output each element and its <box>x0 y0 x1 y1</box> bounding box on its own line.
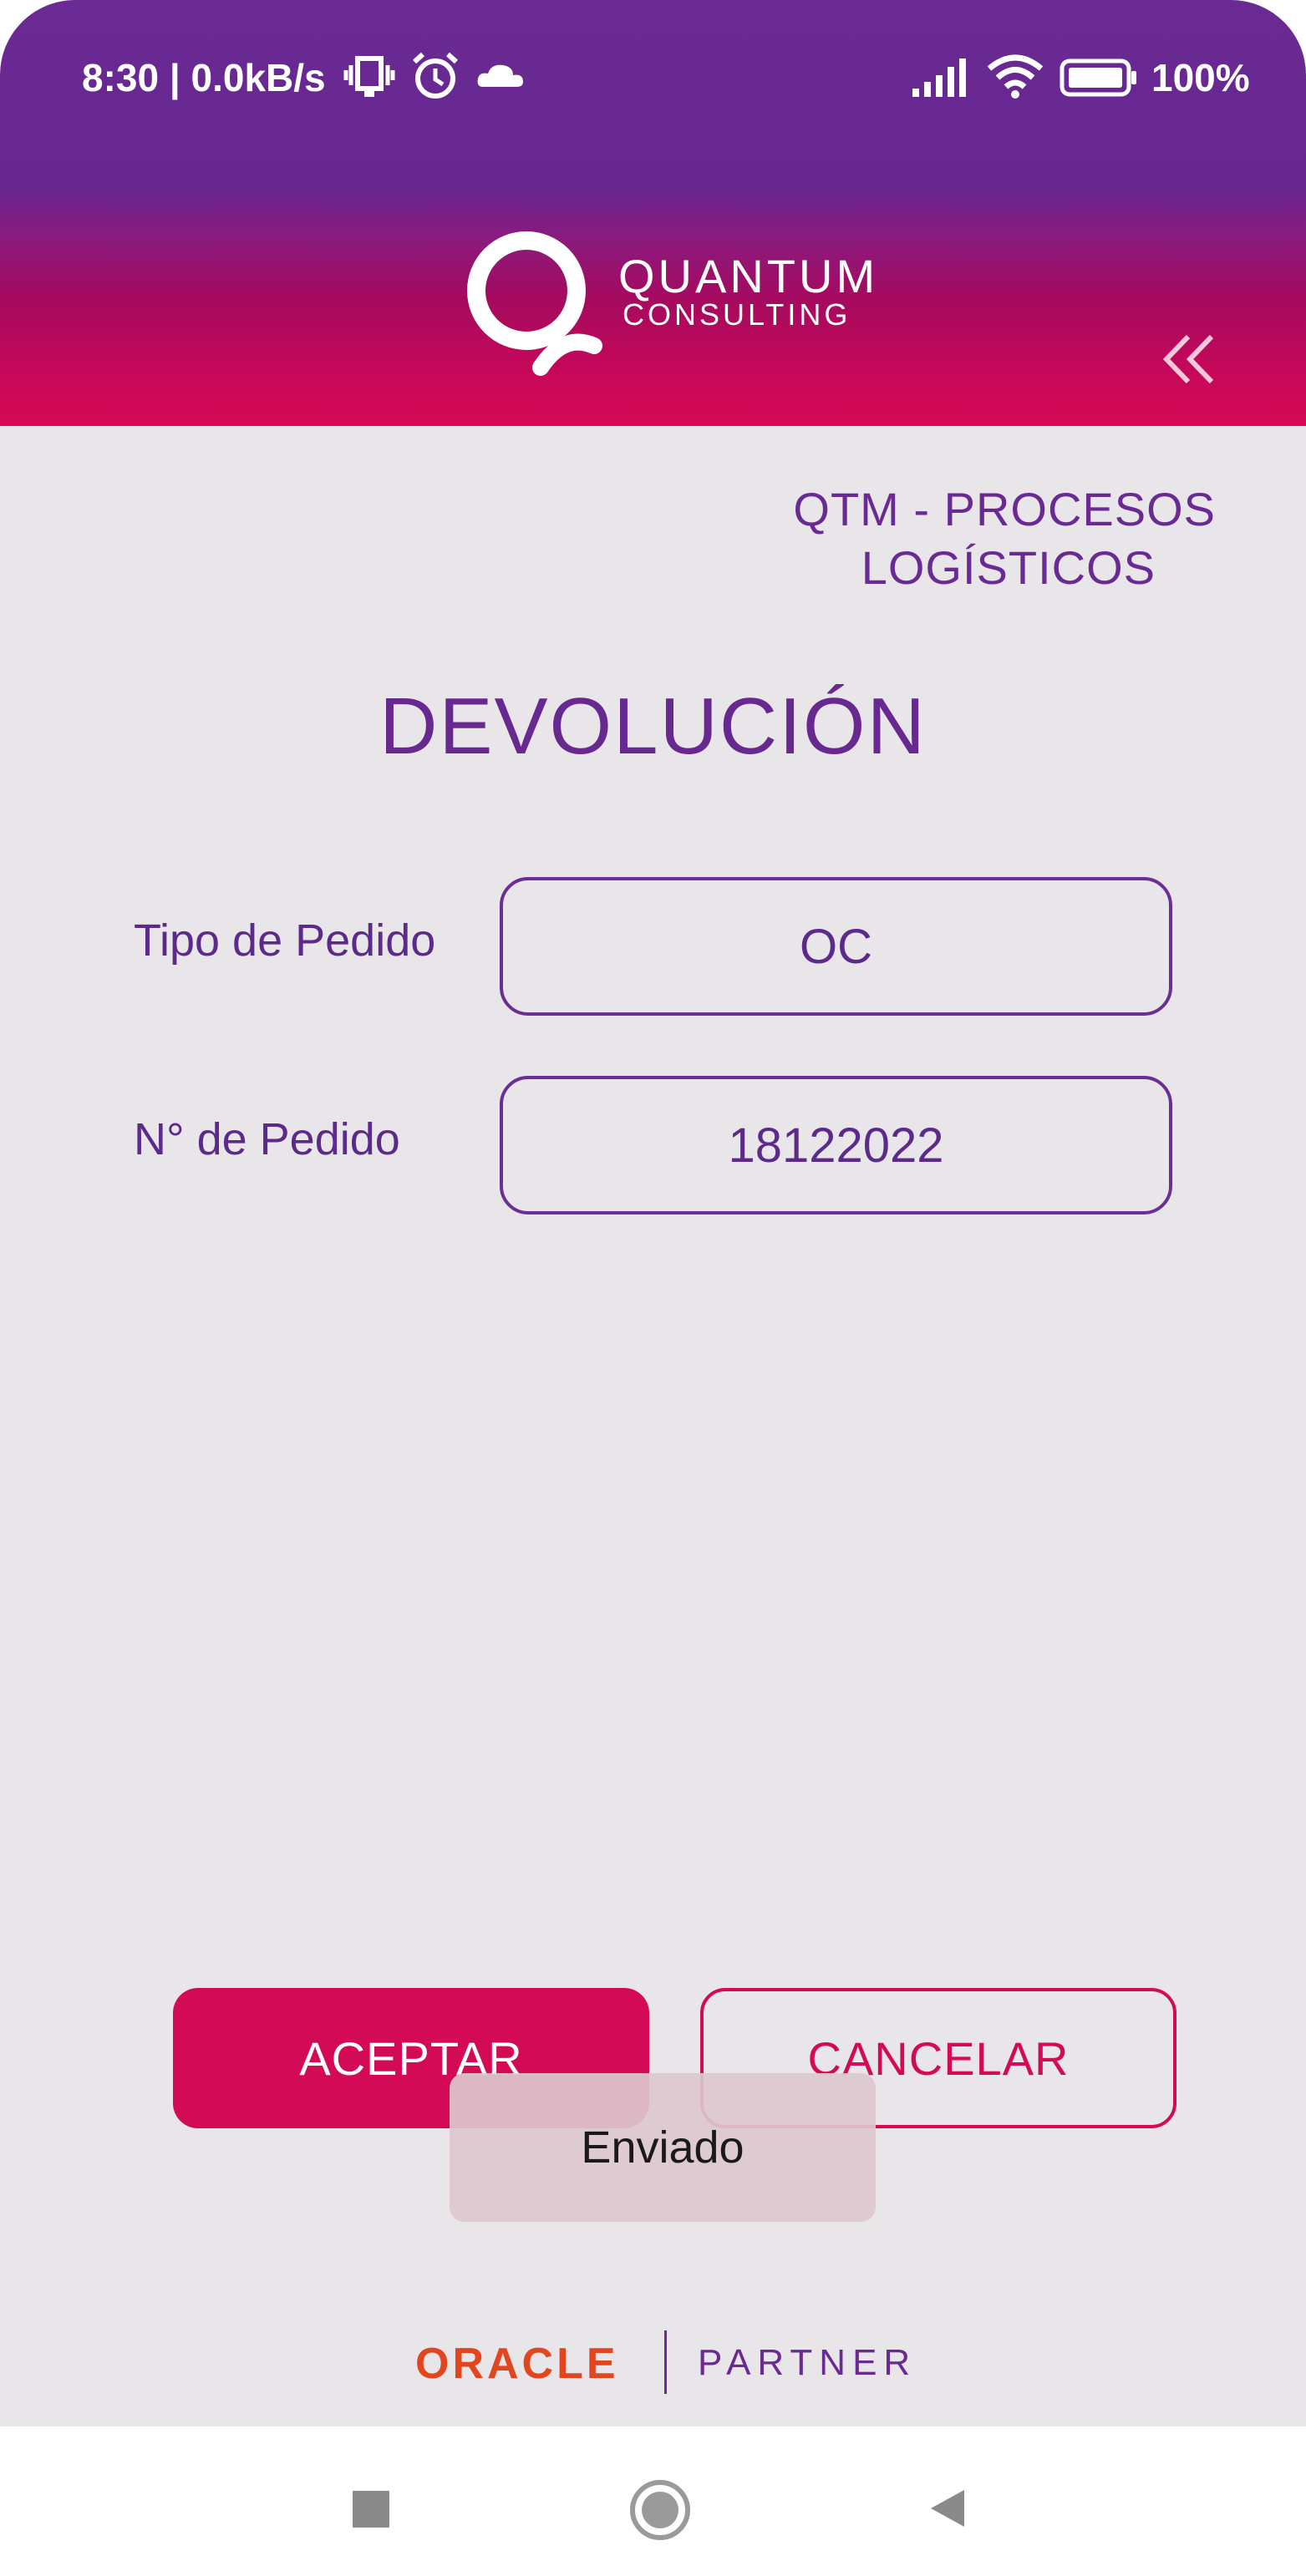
double-chevron-left-icon <box>1162 334 1214 384</box>
collapse-menu-button[interactable] <box>1160 330 1218 388</box>
status-bar: 8:30 | 0.0kB/s 100% <box>0 0 1306 150</box>
battery-icon <box>1060 58 1136 97</box>
order-type-label: Tipo de Pedido <box>134 915 436 966</box>
alarm-icon <box>412 52 459 99</box>
module-title-line2: LOGÍSTICOS <box>861 541 1156 594</box>
oracle-partner-logo: ORACLE PARTNER <box>414 2330 915 2406</box>
order-number-label: N° de Pedido <box>134 1114 400 1164</box>
logo-divider <box>664 2330 667 2394</box>
system-nav-bar <box>0 2426 1306 2576</box>
brand-name-line2: CONSULTING <box>623 297 851 332</box>
module-title-line1: QTM - PROCESOS <box>793 483 1216 535</box>
signal-icon <box>912 58 966 97</box>
quantum-q-logo-icon <box>467 231 602 376</box>
quantum-logo: QUANTUM CONSULTING <box>464 226 882 393</box>
order-number-field[interactable]: 18122022 <box>500 1076 1172 1214</box>
order-type-field[interactable]: OC <box>500 877 1172 1016</box>
battery-percent: 100% <box>1151 56 1250 99</box>
toast-message: Enviado <box>450 2073 876 2222</box>
wifi-icon <box>987 54 1044 99</box>
app-screen: 8:30 | 0.0kB/s 100% QUANTUM CONSULTING Q… <box>0 0 1306 2576</box>
brand-name-line1: QUANTUM <box>618 250 879 302</box>
back-triangle-icon[interactable] <box>927 2487 968 2530</box>
module-title: QTM - PROCESOS LOGÍSTICOS <box>714 480 1216 597</box>
cloud-icon <box>477 64 523 87</box>
app-header: 8:30 | 0.0kB/s 100% QUANTUM CONSULTING <box>0 0 1306 426</box>
vibrate-icon <box>343 56 395 97</box>
status-time-speed: 8:30 | 0.0kB/s <box>82 56 326 99</box>
partner-wordmark: PARTNER <box>698 2342 917 2383</box>
oracle-wordmark: ORACLE <box>415 2340 619 2388</box>
page-title: DEVOLUCIÓN <box>379 682 927 771</box>
home-circle-icon[interactable] <box>628 2478 692 2542</box>
recents-square-icon[interactable] <box>351 2489 391 2529</box>
